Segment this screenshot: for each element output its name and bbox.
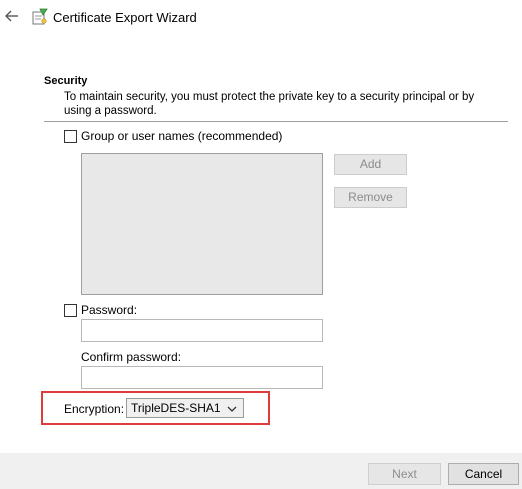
- encryption-label: Encryption:: [64, 402, 125, 416]
- group-names-checkbox[interactable]: [64, 130, 77, 143]
- password-label: Password:: [81, 303, 138, 317]
- section-divider: [44, 121, 508, 122]
- group-names-list[interactable]: [81, 153, 323, 295]
- add-button[interactable]: Add: [334, 154, 407, 175]
- back-arrow-icon[interactable]: [4, 8, 20, 24]
- wizard-footer: [0, 453, 522, 489]
- wizard-title: Certificate Export Wizard: [53, 10, 197, 25]
- password-input[interactable]: [81, 319, 323, 342]
- confirm-password-input[interactable]: [81, 366, 323, 389]
- cancel-button[interactable]: Cancel: [448, 463, 519, 485]
- password-checkbox[interactable]: [64, 304, 77, 317]
- encryption-dropdown[interactable]: TripleDES-SHA1: [126, 398, 244, 418]
- confirm-password-label: Confirm password:: [81, 350, 182, 364]
- security-description: To maintain security, you must protect t…: [64, 91, 475, 117]
- certificate-wizard-icon: [32, 8, 48, 26]
- security-heading: Security: [44, 75, 88, 87]
- chevron-down-icon: [227, 403, 237, 413]
- next-button[interactable]: Next: [368, 463, 441, 485]
- encryption-selected-value: TripleDES-SHA1: [131, 401, 221, 415]
- remove-button[interactable]: Remove: [334, 187, 407, 208]
- group-names-label: Group or user names (recommended): [81, 129, 283, 143]
